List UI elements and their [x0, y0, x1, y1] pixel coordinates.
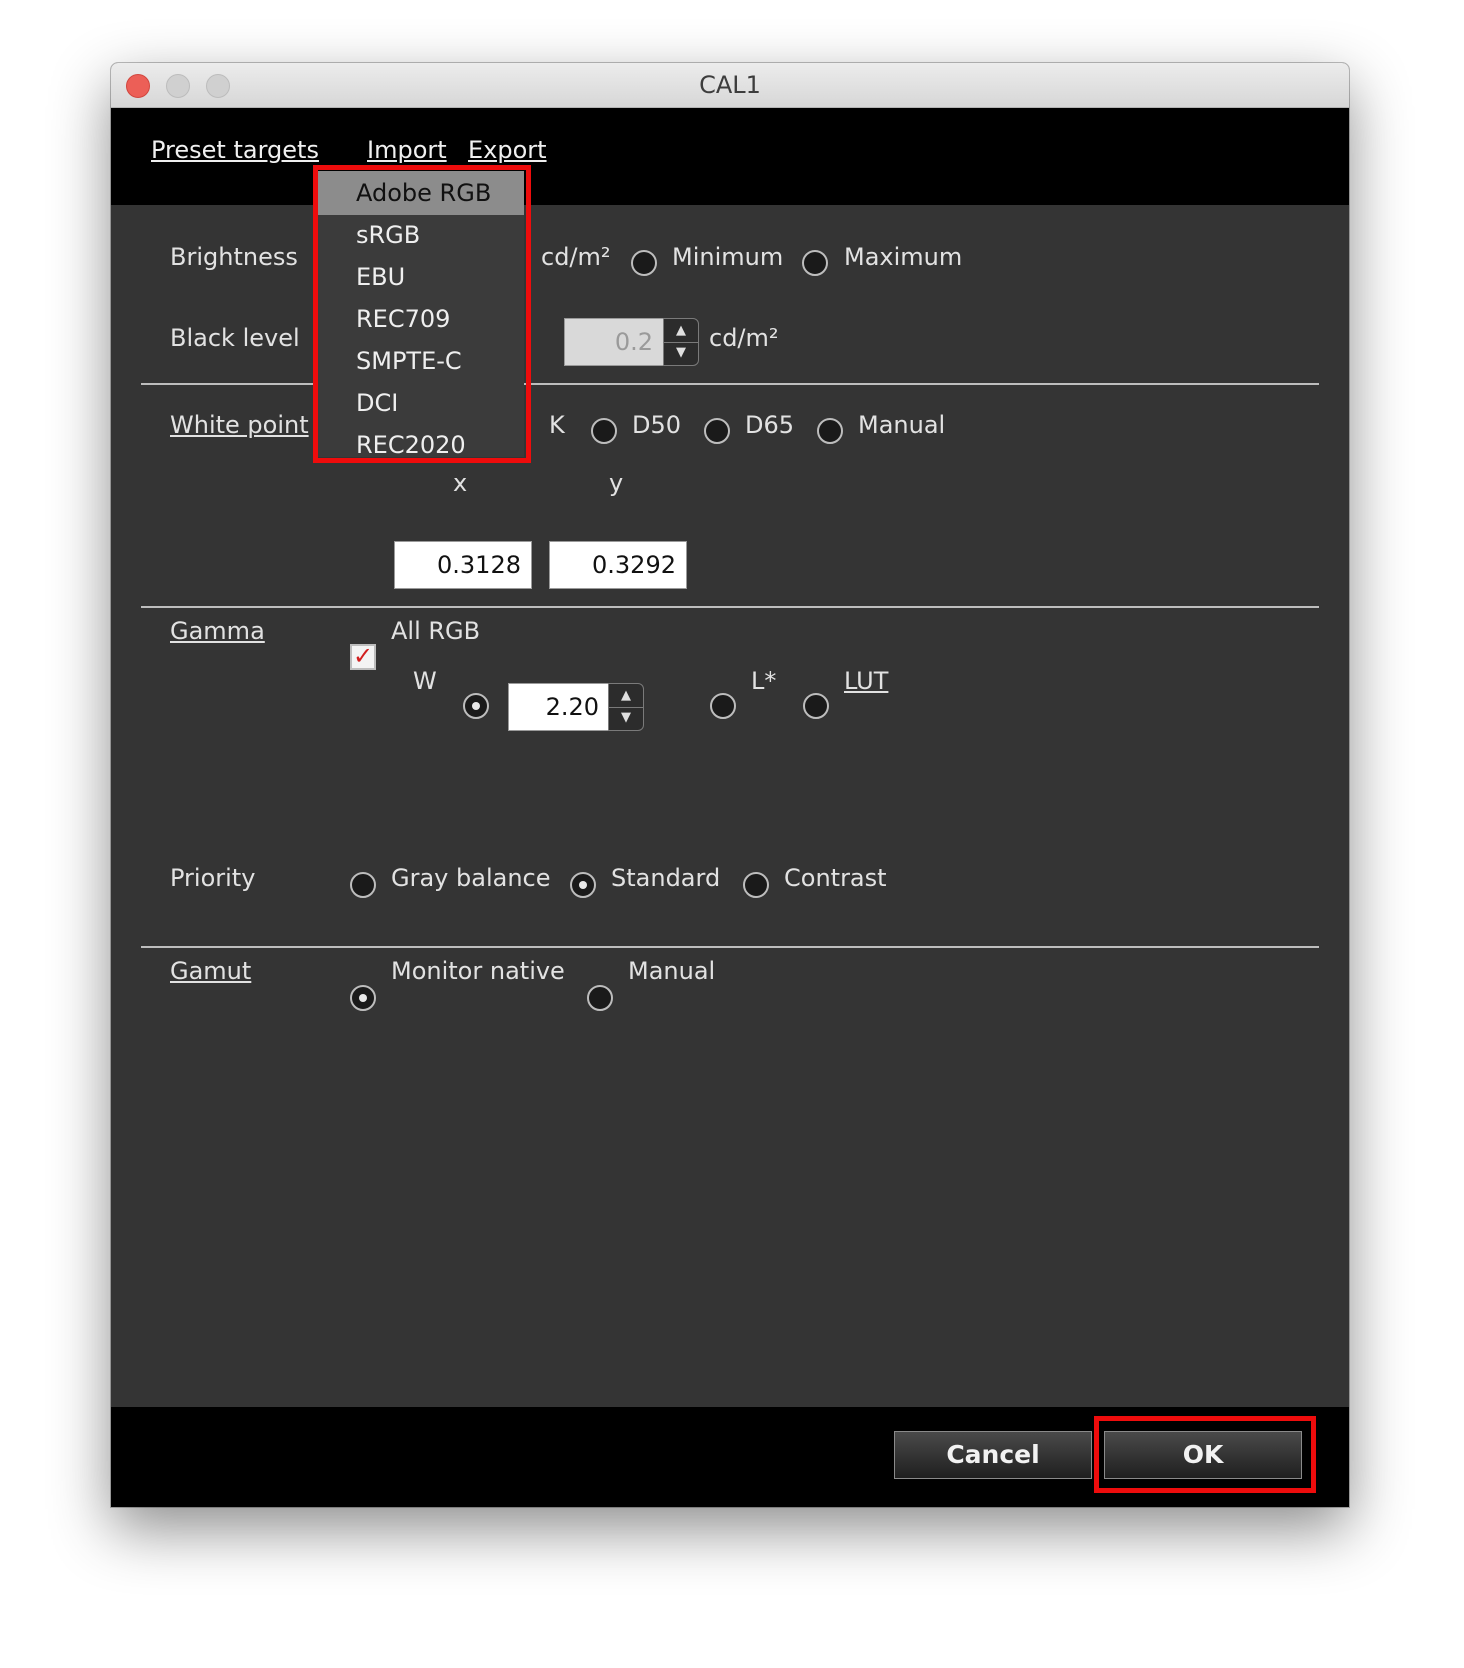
white-point-d50-label: D50 — [632, 411, 682, 439]
white-point-manual-label: Manual — [858, 411, 946, 439]
priority-standard-label: Standard — [611, 864, 721, 892]
priority-contrast-label: Contrast — [784, 864, 887, 892]
brightness-maximum-label: Maximum — [844, 243, 963, 271]
gamut-manual-radio[interactable] — [587, 985, 613, 1011]
window-title: CAL1 — [699, 71, 761, 99]
stepper-up-icon[interactable]: ▲ — [664, 319, 698, 343]
top-menu-bar: Preset targets Import Export — [111, 108, 1349, 205]
brightness-unit: cd/m² — [541, 243, 611, 271]
stepper-down-icon[interactable]: ▼ — [609, 707, 643, 730]
priority-label: Priority — [170, 864, 256, 892]
white-point-d50-radio[interactable] — [591, 418, 617, 444]
white-point-y-label: y — [609, 469, 624, 497]
gamut-manual-label: Manual — [628, 957, 716, 985]
white-point-x-label: x — [453, 469, 468, 497]
brightness-minimum-radio[interactable] — [631, 250, 657, 276]
gamut-label[interactable]: Gamut — [170, 957, 251, 985]
priority-contrast-radio[interactable] — [743, 872, 769, 898]
all-rgb-label: All RGB — [391, 617, 481, 645]
cancel-button[interactable]: Cancel — [894, 1431, 1092, 1479]
white-point-x-field[interactable]: 0.3128 — [394, 541, 532, 589]
white-point-label[interactable]: White point — [170, 411, 309, 439]
stepper-down-icon[interactable]: ▼ — [664, 342, 698, 365]
stepper-up-icon[interactable]: ▲ — [609, 684, 643, 708]
section-divider — [141, 606, 1319, 608]
priority-standard-radio[interactable] — [570, 872, 596, 898]
black-level-label: Black level — [170, 324, 300, 352]
white-point-manual-radio[interactable] — [817, 418, 843, 444]
gamma-value-field[interactable]: 2.20 — [508, 683, 610, 731]
import-link[interactable]: Import — [367, 136, 447, 164]
preset-targets-menu[interactable]: Preset targets — [151, 136, 319, 164]
white-point-kelvin-unit: K — [549, 411, 565, 439]
priority-gray-balance-radio[interactable] — [350, 872, 376, 898]
gamma-value-radio[interactable] — [463, 693, 489, 719]
gamma-value-stepper[interactable]: ▲ ▼ — [608, 683, 644, 731]
title-bar: CAL1 — [111, 63, 1349, 108]
black-level-unit: cd/m² — [709, 324, 779, 352]
gamma-lut-radio[interactable] — [803, 693, 829, 719]
gamma-lstar-radio[interactable] — [710, 693, 736, 719]
gamma-lstar-label: L* — [751, 667, 777, 695]
gamma-lut-link[interactable]: LUT — [844, 667, 888, 695]
white-point-y-field[interactable]: 0.3292 — [549, 541, 687, 589]
black-level-field[interactable]: 0.2 — [564, 318, 664, 366]
white-point-d65-label: D65 — [745, 411, 795, 439]
calibration-dialog: CAL1 Preset targets Import Export Adobe … — [111, 63, 1349, 1507]
brightness-label: Brightness — [170, 243, 298, 271]
dropdown-highlight-box — [313, 165, 531, 463]
section-divider — [141, 946, 1319, 948]
gamma-label[interactable]: Gamma — [170, 617, 265, 645]
gamut-monitor-native-radio[interactable] — [350, 985, 376, 1011]
gamma-channel-label: W — [413, 667, 437, 695]
priority-gray-balance-label: Gray balance — [391, 864, 551, 892]
gamut-monitor-native-label: Monitor native — [391, 957, 565, 985]
ok-button-highlight-box — [1094, 1416, 1316, 1493]
white-point-d65-radio[interactable] — [704, 418, 730, 444]
black-level-stepper[interactable]: ▲ ▼ — [663, 318, 699, 366]
brightness-maximum-radio[interactable] — [802, 250, 828, 276]
export-link[interactable]: Export — [468, 136, 547, 164]
brightness-minimum-label: Minimum — [672, 243, 784, 271]
dialog-footer: Cancel OK — [111, 1407, 1349, 1507]
all-rgb-checkbox[interactable]: ✓ — [350, 644, 376, 670]
